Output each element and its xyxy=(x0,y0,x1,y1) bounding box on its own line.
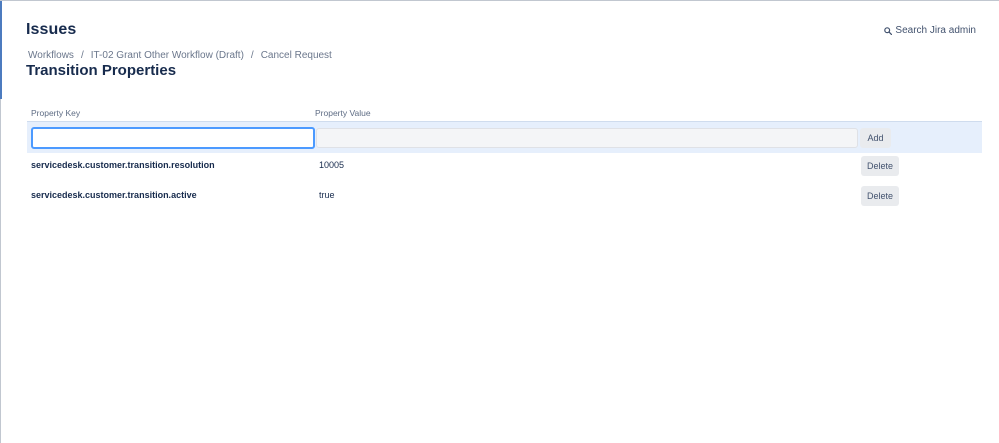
table-row: servicedesk.customer.transition.active t… xyxy=(27,182,982,210)
breadcrumb-separator: / xyxy=(80,50,84,61)
table-row: servicedesk.customer.transition.resoluti… xyxy=(27,152,982,180)
page-title: Transition Properties xyxy=(26,62,177,79)
admin-page: Issues Search Jira admin Workflows / IT-… xyxy=(0,0,999,443)
property-value-cell: 10005 xyxy=(319,160,345,170)
search-jira-admin-link[interactable]: Search Jira admin xyxy=(884,25,976,36)
breadcrumb-workflow-draft[interactable]: IT-02 Grant Other Workflow (Draft) xyxy=(91,50,244,61)
breadcrumb-cancel-request[interactable]: Cancel Request xyxy=(261,50,332,61)
delete-button[interactable]: Delete xyxy=(861,156,899,176)
breadcrumb-separator: / xyxy=(250,50,254,61)
property-key-input[interactable] xyxy=(31,127,315,149)
search-icon xyxy=(884,26,893,35)
property-key-cell: servicedesk.customer.transition.active xyxy=(31,190,197,200)
property-value-input[interactable] xyxy=(316,128,858,148)
add-property-row: Add xyxy=(27,121,982,153)
delete-button[interactable]: Delete xyxy=(861,186,899,206)
sidebar-divider xyxy=(0,99,1,443)
property-value-cell: true xyxy=(319,190,335,200)
column-header-property-value: Property Value xyxy=(315,108,371,118)
property-key-cell: servicedesk.customer.transition.resoluti… xyxy=(31,160,215,170)
sidebar-edge xyxy=(0,1,2,99)
add-button[interactable]: Add xyxy=(860,128,891,148)
breadcrumb-workflows[interactable]: Workflows xyxy=(28,50,74,61)
breadcrumb: Workflows / IT-02 Grant Other Workflow (… xyxy=(28,50,332,61)
column-header-property-key: Property Key xyxy=(31,108,81,118)
search-label: Search Jira admin xyxy=(895,25,976,36)
page-header-title: Issues xyxy=(26,21,77,38)
